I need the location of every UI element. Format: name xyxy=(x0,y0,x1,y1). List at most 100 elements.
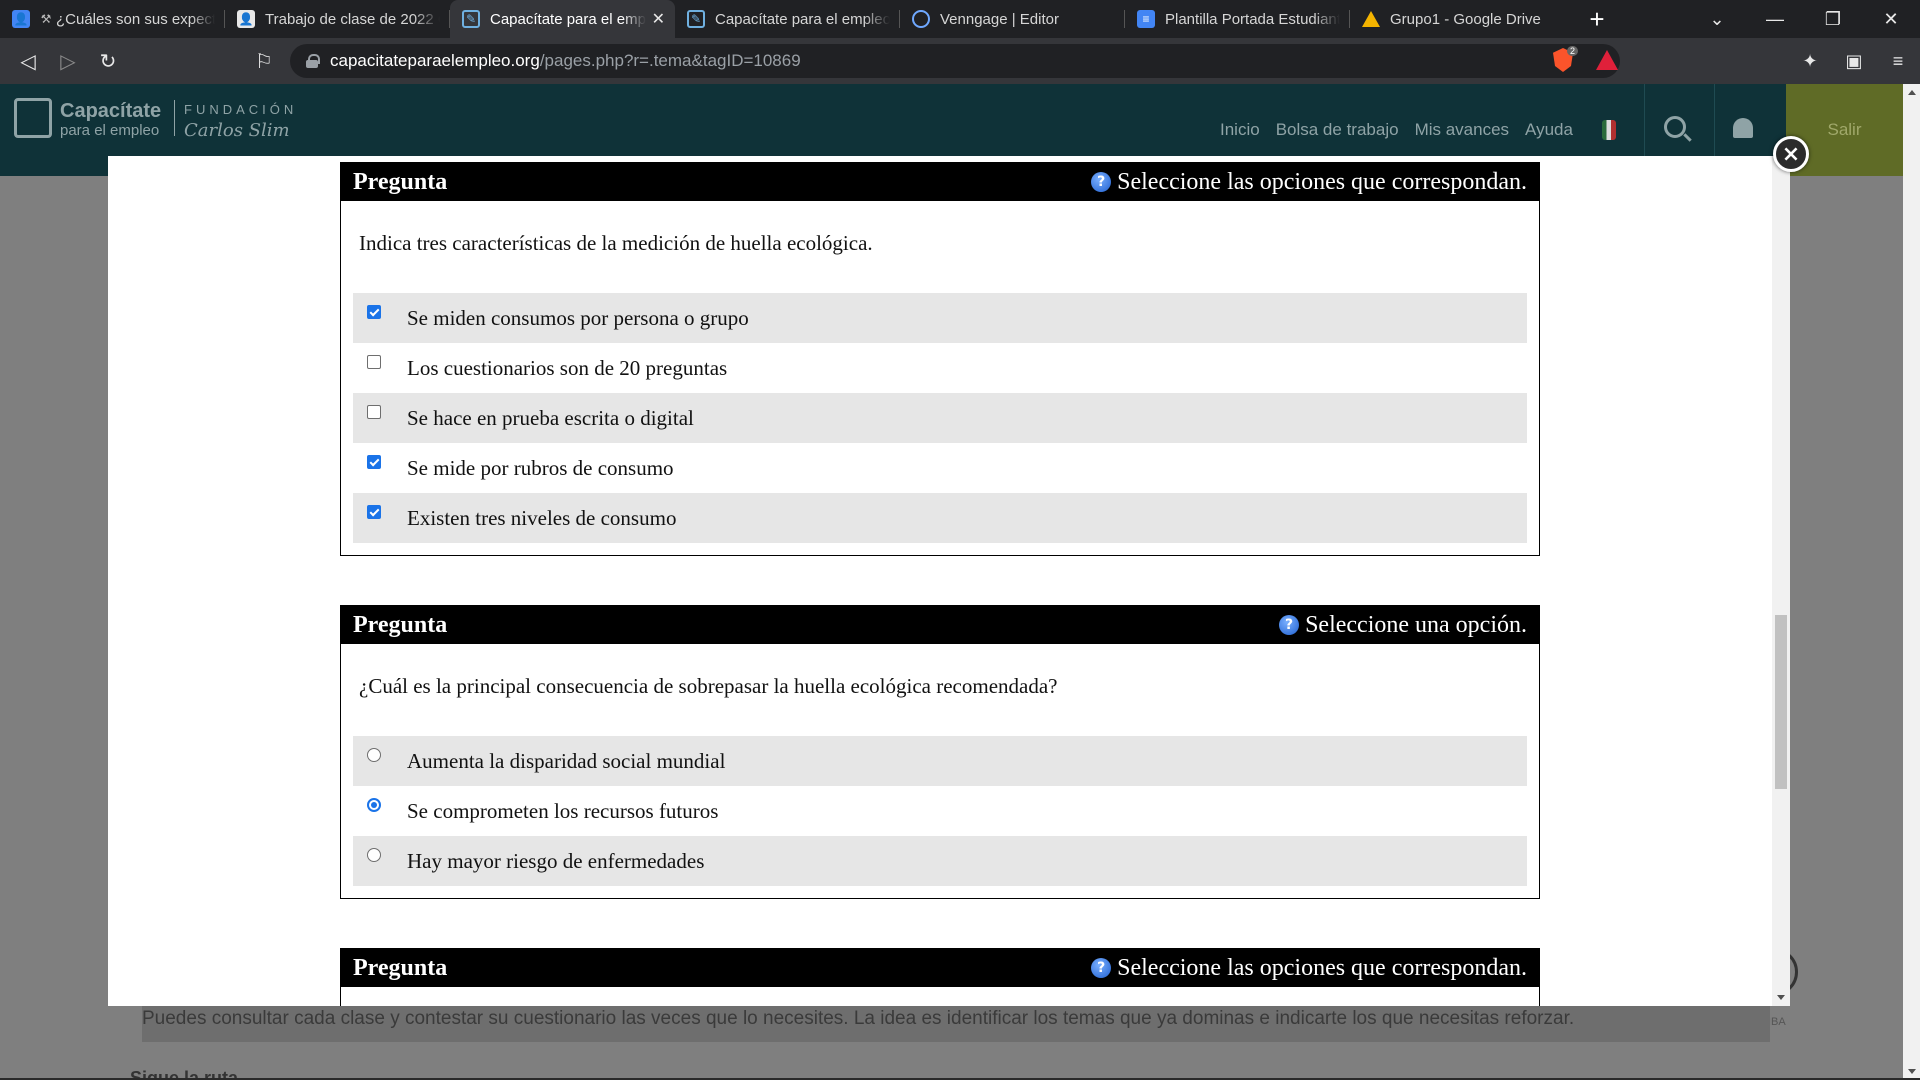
close-tab-icon[interactable]: ✕ xyxy=(652,9,665,29)
contacts-icon: 👤 xyxy=(12,10,30,28)
option-row[interactable]: Existen tres niveles de consumo xyxy=(353,493,1527,543)
checkbox-unchecked[interactable] xyxy=(367,405,381,419)
venngage-icon xyxy=(912,10,930,28)
option-row[interactable]: Hay mayor riesgo de enfermedades xyxy=(353,836,1527,886)
checkbox-unchecked[interactable] xyxy=(367,355,381,369)
scroll-down-icon[interactable] xyxy=(1908,1069,1916,1074)
help-icon[interactable]: ? xyxy=(1091,172,1112,192)
tab-title: Grupo1 - Google Drive xyxy=(1390,10,1541,28)
browser-tab-3[interactable]: ✎ Capacítate para el emp ✕ xyxy=(450,0,675,38)
tab-title: Trabajo de clase de 2022 C xyxy=(265,10,440,28)
tab-title: ¿Cuáles son sus expecta xyxy=(56,10,215,28)
options-list: Aumenta la disparidad social mundial Se … xyxy=(341,736,1539,898)
search-icon[interactable] xyxy=(1664,116,1686,138)
background-paragraph: Puedes consultar cada clase y contestar … xyxy=(142,1002,1770,1042)
question-label: Pregunta xyxy=(353,954,448,981)
option-text: Se miden consumos por persona o grupo xyxy=(407,305,749,330)
option-row[interactable]: Se hace en prueba escrita o digital xyxy=(353,393,1527,443)
option-text: Hay mayor riesgo de enfermedades xyxy=(407,848,705,873)
browser-tab-1[interactable]: 👤 ⚒ ¿Cuáles son sus expecta xyxy=(0,0,225,38)
notifications-bell-icon[interactable] xyxy=(1733,118,1753,138)
tab-title: Venngage | Editor xyxy=(940,10,1059,28)
wallet-icon[interactable]: ▣ xyxy=(1832,51,1876,72)
radio-unselected[interactable] xyxy=(367,748,381,762)
browser-tab-4[interactable]: ✎ Capacítate para el empleo xyxy=(675,0,900,38)
pin-icon: ⚒ xyxy=(40,12,52,26)
browser-tab-5[interactable]: Venngage | Editor xyxy=(900,0,1125,38)
url-host: capacitateparaelempleo.org xyxy=(330,51,540,70)
checkbox-checked[interactable] xyxy=(367,305,381,319)
option-row[interactable]: Se comprometen los recursos futuros xyxy=(353,786,1527,836)
question-card-3: Pregunta ? Seleccione las opciones que c… xyxy=(340,948,1540,1006)
close-modal-button[interactable]: × xyxy=(1773,136,1809,172)
question-header: Pregunta ? Seleccione las opciones que c… xyxy=(341,949,1539,987)
restore-icon[interactable]: ❐ xyxy=(1804,0,1862,38)
drive-icon xyxy=(1362,11,1380,27)
lock-icon xyxy=(306,54,320,68)
page-scrollbar[interactable] xyxy=(1903,84,1920,1080)
option-row[interactable]: Se miden consumos por persona o grupo xyxy=(353,293,1527,343)
logo-carlos-slim: Carlos Slim xyxy=(184,120,290,141)
option-text: Aumenta la disparidad social mundial xyxy=(407,748,726,773)
instruction-text: Seleccione las opciones que correspondan… xyxy=(1117,168,1527,195)
instruction-text: Seleccione una opción. xyxy=(1305,611,1527,638)
logo-mark-icon xyxy=(14,98,52,138)
browser-tab-6[interactable]: ≡ Plantilla Portada Estudiante xyxy=(1125,0,1350,38)
logo-divider xyxy=(174,100,175,136)
question-card-1: Pregunta ? Seleccione las opciones que c… xyxy=(340,162,1540,556)
option-row[interactable]: Aumenta la disparidad social mundial xyxy=(353,736,1527,786)
back-icon[interactable]: ◁ xyxy=(8,41,48,81)
scroll-up-icon[interactable] xyxy=(1908,90,1916,95)
extensions-icon[interactable]: ✦ xyxy=(1788,51,1832,72)
modal-scrollbar-thumb[interactable] xyxy=(1775,615,1787,789)
url-bar[interactable]: capacitateparaelempleo.org/pages.php?r=.… xyxy=(290,44,1620,78)
question-instruction: ? Seleccione las opciones que correspond… xyxy=(1091,955,1527,982)
mexico-flag-icon[interactable] xyxy=(1602,120,1616,140)
tab-title: Capacítate para el empleo xyxy=(715,10,890,28)
question-text: ¿Cuál es la principal consecuencia de so… xyxy=(359,674,1058,698)
option-row[interactable]: Los cuestionarios son de 20 preguntas xyxy=(353,343,1527,393)
question-text: Indica tres características de la medici… xyxy=(359,231,873,255)
question-label: Pregunta xyxy=(353,611,448,638)
question-card-2: Pregunta ? Seleccione una opción. ¿Cuál … xyxy=(340,605,1540,899)
radio-unselected[interactable] xyxy=(367,848,381,862)
checkbox-checked[interactable] xyxy=(367,455,381,469)
question-label: Pregunta xyxy=(353,168,448,195)
edit-icon: ✎ xyxy=(462,10,480,28)
new-tab-button[interactable]: + xyxy=(1575,0,1619,38)
nav-ayuda[interactable]: Ayuda xyxy=(1525,120,1573,140)
question-header: Pregunta ? Seleccione una opción. xyxy=(341,606,1539,644)
tab-search-icon[interactable]: ⌄ xyxy=(1688,0,1746,38)
nav-inicio[interactable]: Inicio xyxy=(1220,120,1260,140)
window-controls: ⌄ — ❐ ✕ xyxy=(1688,0,1920,38)
option-text: Existen tres niveles de consumo xyxy=(407,505,677,530)
brave-rewards-icon[interactable] xyxy=(1596,50,1618,70)
help-icon[interactable]: ? xyxy=(1091,958,1112,978)
option-text: Se hace en prueba escrita o digital xyxy=(407,405,694,430)
forward-icon[interactable]: ▷ xyxy=(48,41,88,81)
radio-selected[interactable] xyxy=(367,798,381,812)
nav-bolsa-de-trabajo[interactable]: Bolsa de trabajo xyxy=(1276,120,1399,140)
tab-title: Capacítate para el emp xyxy=(490,10,646,28)
minimize-icon[interactable]: — xyxy=(1746,0,1804,38)
menu-icon[interactable]: ≡ xyxy=(1876,51,1920,72)
browser-tab-7[interactable]: Grupo1 - Google Drive xyxy=(1350,0,1575,38)
instruction-text: Seleccione las opciones que correspondan… xyxy=(1117,954,1527,981)
shields-count-badge: 2 xyxy=(1567,46,1579,56)
option-text: Se mide por rubros de consumo xyxy=(407,455,674,480)
classroom-icon: 👤 xyxy=(237,10,255,28)
checkbox-checked[interactable] xyxy=(367,505,381,519)
quiz-modal: Pregunta ? Seleccione las opciones que c… xyxy=(108,156,1790,1006)
logo-subtitle: para el empleo xyxy=(60,122,160,139)
close-window-icon[interactable]: ✕ xyxy=(1862,0,1920,38)
tab-title: Plantilla Portada Estudiante xyxy=(1165,10,1340,28)
option-row[interactable]: Se mide por rubros de consumo xyxy=(353,443,1527,493)
browser-tab-2[interactable]: 👤 Trabajo de clase de 2022 C xyxy=(225,0,450,38)
modal-scrollbar[interactable] xyxy=(1772,156,1790,1006)
nav-mis-avances[interactable]: Mis avances xyxy=(1415,120,1509,140)
bookmark-icon[interactable]: ⚐ xyxy=(244,41,284,81)
logo-fundacion: FUNDACIÓN xyxy=(184,102,298,117)
reload-icon[interactable]: ↻ xyxy=(88,41,128,81)
scroll-down-icon[interactable] xyxy=(1777,995,1785,1000)
help-icon[interactable]: ? xyxy=(1279,615,1300,635)
